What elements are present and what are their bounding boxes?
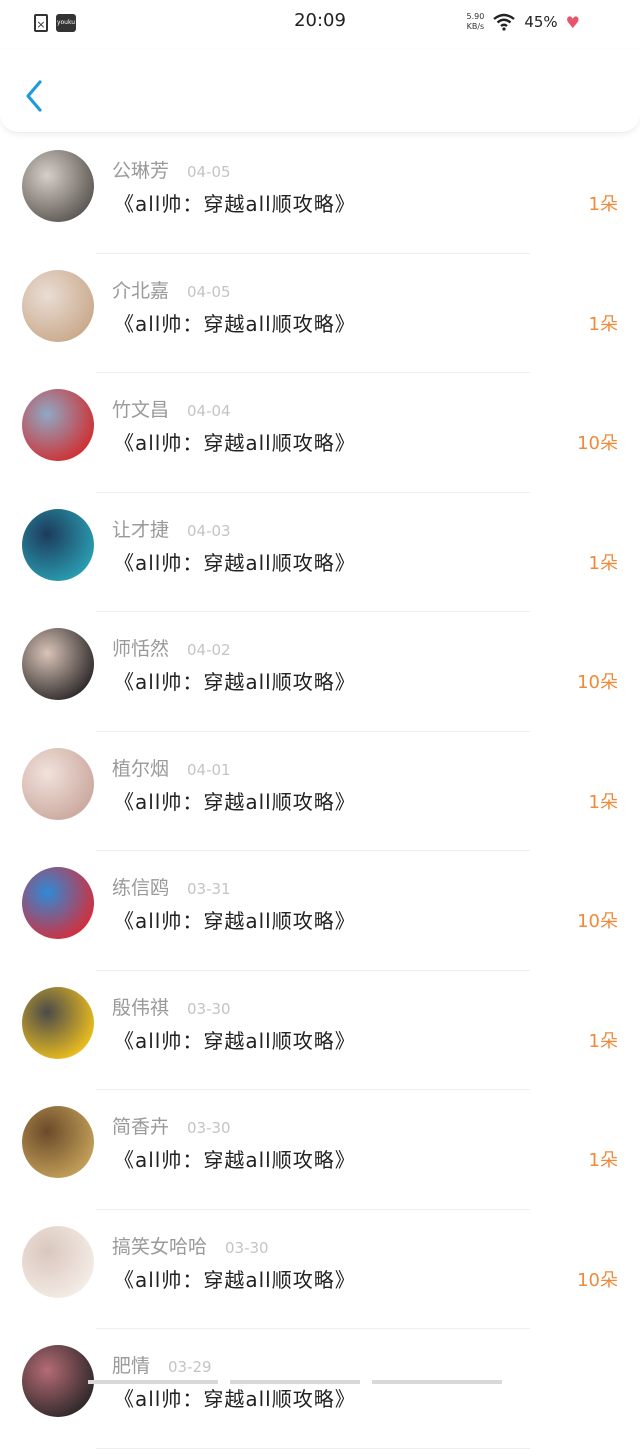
avatar[interactable]	[22, 389, 94, 461]
book-title: 《all帅：穿越all顺攻略》	[114, 1028, 356, 1053]
status-bar-right: 5.90 KB/s 45% ♥	[467, 12, 581, 32]
date: 04-01	[187, 760, 231, 779]
name-line: 搞笑女哈哈 03-30	[112, 1232, 269, 1259]
book-title: 《all帅：穿越all顺攻略》	[114, 311, 356, 336]
user-name: 师恬然	[112, 638, 170, 660]
date: 04-02	[187, 641, 231, 659]
flower-count: 1朵	[588, 1030, 618, 1052]
name-line: 植尔烟 04-01	[112, 754, 231, 781]
name-line: 让才捷 04-03	[112, 515, 231, 542]
avatar[interactable]	[22, 508, 94, 581]
name-line: 竹文昌 04-04	[112, 395, 231, 422]
date: 03-29	[168, 1358, 212, 1376]
name-line: 练信鸥 03-31	[112, 873, 231, 900]
avatar[interactable]	[22, 1345, 94, 1417]
user-name: 搞笑女哈哈	[112, 1235, 208, 1258]
status-bar: × youku 20:09 5.90 KB/s 45% ♥	[0, 0, 640, 50]
list-item[interactable]: 殷伟祺 03-30 《all帅：穿越all顺攻略》 1朵	[0, 971, 640, 1090]
date: 03-30	[225, 1238, 269, 1257]
book-title: 《all帅：穿越all顺攻略》	[114, 1267, 356, 1292]
book-title: 《all帅：穿越all顺攻略》	[114, 192, 356, 216]
flower-count: 10朵	[577, 911, 618, 932]
battery-heart-icon: ♥	[565, 12, 580, 32]
divider	[96, 1447, 530, 1449]
bottom-scroll-indicator	[88, 1380, 502, 1384]
book-title: 《all帅：穿越all顺攻略》	[114, 1387, 356, 1411]
book-title: 《all帅：穿越all顺攻略》	[114, 550, 356, 575]
list-item[interactable]: 练信鸥 03-31 《all帅：穿越all顺攻略》 10朵	[0, 851, 640, 971]
avatar[interactable]	[22, 150, 94, 222]
avatar[interactable]	[22, 628, 94, 700]
chevron-left-icon[interactable]	[22, 78, 46, 114]
avatar[interactable]	[22, 1225, 94, 1298]
avatar[interactable]	[22, 1106, 94, 1178]
list-item[interactable]: 介北嘉 04-05 《all帅：穿越all顺攻略》 1朵	[0, 254, 640, 373]
flower-count: 1朵	[588, 1150, 618, 1171]
avatar[interactable]	[22, 747, 94, 820]
user-name: 殷伟祺	[112, 996, 170, 1019]
flower-count: 10朵	[577, 672, 618, 693]
user-name: 肥情	[112, 1355, 151, 1377]
user-name: 竹文昌	[112, 399, 170, 421]
date: 03-30	[187, 999, 231, 1018]
date: 03-30	[187, 1119, 231, 1137]
user-name: 简香卉	[112, 1116, 170, 1138]
user-name: 介北嘉	[112, 279, 170, 302]
name-line: 师恬然 04-02	[112, 634, 231, 661]
avatar[interactable]	[22, 986, 94, 1059]
date: 04-05	[187, 282, 231, 301]
flower-count: 1朵	[588, 552, 618, 574]
network-speed: 5.90 KB/s	[466, 12, 485, 31]
book-title: 《all帅：穿越all顺攻略》	[114, 909, 356, 933]
book-title: 《all帅：穿越all顺攻略》	[114, 431, 356, 455]
avatar[interactable]	[22, 867, 94, 939]
name-line: 介北嘉 04-05	[112, 276, 231, 303]
date: 03-31	[187, 880, 231, 898]
date: 04-03	[187, 521, 231, 540]
flower-count: 1朵	[588, 194, 618, 215]
list-item[interactable]: 公琳芳 04-05 《all帅：穿越all顺攻略》 1朵	[0, 134, 640, 254]
user-name: 植尔烟	[112, 757, 170, 780]
list-item[interactable]: 搞笑女哈哈 03-30 《all帅：穿越all顺攻略》 10朵	[0, 1210, 640, 1329]
list-item[interactable]: 竹文昌 04-04 《all帅：穿越all顺攻略》 10朵	[0, 373, 640, 493]
avatar[interactable]	[22, 269, 94, 342]
user-name: 公琳芳	[112, 160, 170, 182]
date: 04-05	[187, 163, 231, 181]
user-name: 练信鸥	[112, 877, 170, 899]
list-item[interactable]: 简香卉 03-30 《all帅：穿越all顺攻略》 1朵	[0, 1090, 640, 1210]
name-line: 肥情 03-29	[112, 1351, 212, 1378]
wifi-icon	[493, 13, 516, 31]
list-item[interactable]: 让才捷 04-03 《all帅：穿越all顺攻略》 1朵	[0, 493, 640, 612]
list-item[interactable]: 师恬然 04-02 《all帅：穿越all顺攻略》 10朵	[0, 612, 640, 732]
list-item[interactable]: 植尔烟 04-01 《all帅：穿越all顺攻略》 1朵	[0, 732, 640, 851]
nav-bar	[0, 50, 640, 133]
flower-count: 1朵	[588, 791, 618, 813]
gift-record-list: 公琳芳 04-05 《all帅：穿越all顺攻略》 1朵 介北嘉 04-05 《all帅：穿…	[0, 134, 640, 1449]
name-line: 殷伟祺 03-30	[112, 993, 231, 1020]
name-line: 公琳芳 04-05	[112, 156, 231, 183]
name-line: 简香卉 03-30	[112, 1112, 231, 1139]
flower-count: 10朵	[577, 433, 618, 454]
book-title: 《all帅：穿越all顺攻略》	[114, 789, 356, 814]
user-name: 让才捷	[112, 518, 170, 541]
list-item[interactable]: 肥情 03-29 《all帅：穿越all顺攻略》	[0, 1329, 640, 1449]
battery-percent: 45%	[524, 13, 558, 31]
book-title: 《all帅：穿越all顺攻略》	[114, 670, 356, 694]
flower-count: 10朵	[577, 1269, 618, 1291]
date: 04-04	[187, 402, 231, 420]
flower-count: 1朵	[588, 313, 618, 335]
book-title: 《all帅：穿越all顺攻略》	[114, 1148, 356, 1172]
